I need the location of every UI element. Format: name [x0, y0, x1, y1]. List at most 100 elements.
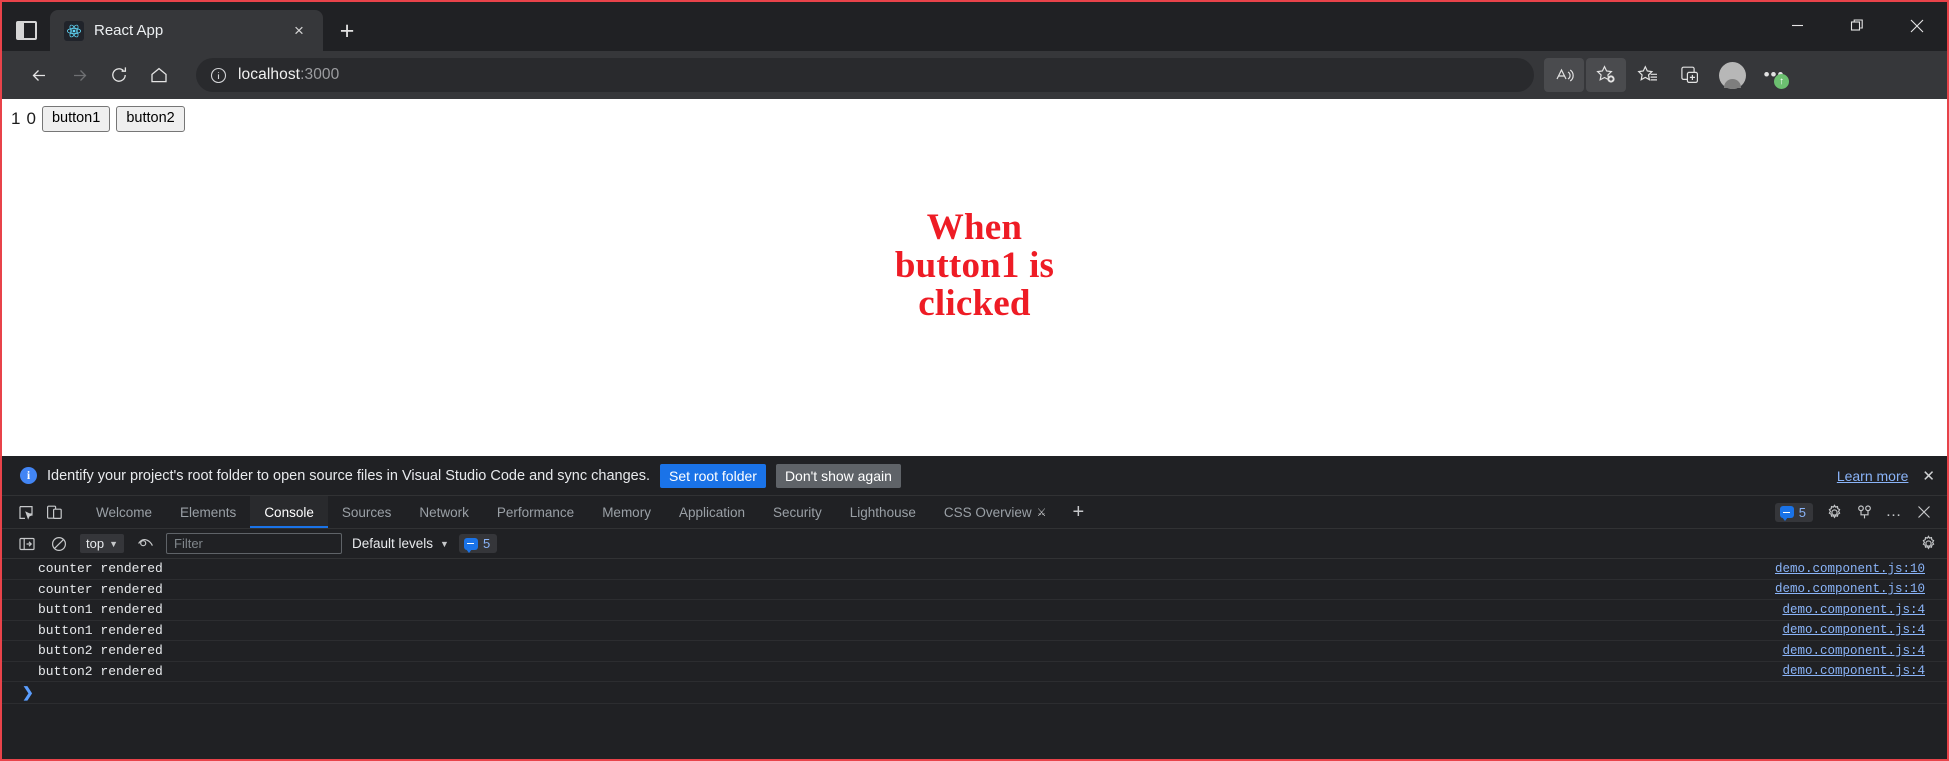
tab-performance[interactable]: Performance: [483, 496, 588, 528]
issues-count-badge[interactable]: 5: [458, 534, 498, 553]
forward-arrow-icon[interactable]: [60, 58, 98, 92]
log-source-link[interactable]: demo.component.js:10: [1775, 582, 1925, 596]
chevron-down-icon: ▼: [109, 538, 118, 549]
counters-and-buttons-row: 1 0 button1 button2: [2, 99, 1947, 132]
console-sidebar-icon[interactable]: [16, 533, 38, 555]
message-bubble-icon: [1779, 506, 1794, 521]
tab-label: Lighthouse: [849, 504, 916, 520]
back-arrow-icon[interactable]: [20, 58, 58, 92]
tab-label: Application: [678, 504, 745, 520]
console-log-row[interactable]: button2 rendered demo.component.js:4: [2, 662, 1947, 682]
console-log-row[interactable]: button2 rendered demo.component.js:4: [2, 641, 1947, 662]
log-levels-selector[interactable]: Default levels ▼: [352, 536, 449, 551]
log-source-link[interactable]: demo.component.js:10: [1775, 562, 1925, 576]
chevron-down-icon: ▼: [440, 538, 449, 549]
tab-network[interactable]: Network: [405, 496, 483, 528]
home-icon[interactable]: [140, 58, 178, 92]
collections-icon[interactable]: [1670, 58, 1710, 92]
info-icon[interactable]: [210, 67, 227, 84]
devtools-panel: i Identify your project's root folder to…: [2, 456, 1947, 759]
tab-label: Network: [419, 504, 469, 520]
devtools-tab-bar: Welcome Elements Console Sources Network…: [2, 496, 1947, 529]
browser-more-menu-button[interactable]: ••• ↑: [1754, 58, 1794, 92]
learn-more-link[interactable]: Learn more: [1837, 468, 1909, 484]
clear-console-icon[interactable]: [48, 533, 70, 555]
eye-icon[interactable]: [134, 533, 156, 555]
web-page-content: 1 0 button1 button2 When button1 is clic…: [2, 99, 1947, 456]
tab-security[interactable]: Security: [759, 496, 836, 528]
minimize-button[interactable]: [1767, 2, 1827, 49]
page-headline: When button1 is clicked: [2, 207, 1947, 323]
tab-sources[interactable]: Sources: [328, 496, 406, 528]
react-logo-icon: [64, 20, 84, 41]
favorites-list-icon[interactable]: [1628, 58, 1668, 92]
log-message: counter rendered: [38, 561, 163, 577]
tab-css-overview[interactable]: CSS Overview ⚔: [930, 496, 1061, 528]
log-source-link[interactable]: demo.component.js:4: [1782, 603, 1925, 617]
message-count-badge[interactable]: 5: [1774, 502, 1813, 522]
headline-line-1: When: [926, 207, 1023, 248]
filter-input[interactable]: [166, 533, 342, 554]
more-options-icon[interactable]: …: [1881, 499, 1907, 525]
console-toolbar: top ▼ Default levels ▼ 5: [2, 529, 1947, 559]
tab-actions-button[interactable]: [2, 9, 50, 51]
toolbar-actions: ••• ↑: [1544, 58, 1794, 92]
notification-right-actions: Learn more ✕: [1837, 467, 1935, 485]
dont-show-again-button[interactable]: Don't show again: [775, 463, 901, 488]
read-aloud-icon[interactable]: [1544, 58, 1584, 92]
add-panel-button[interactable]: +: [1061, 496, 1097, 528]
log-source-link[interactable]: demo.component.js:4: [1782, 623, 1925, 637]
tab-welcome[interactable]: Welcome: [82, 496, 166, 528]
settings-gear-icon[interactable]: [1821, 499, 1847, 525]
tab-label: Elements: [180, 504, 237, 520]
tab-application[interactable]: Application: [665, 496, 759, 528]
log-message: counter rendered: [38, 581, 163, 597]
log-source-link[interactable]: demo.component.js:4: [1782, 664, 1925, 678]
set-root-folder-button[interactable]: Set root folder: [660, 463, 766, 488]
tab-close-button[interactable]: ×: [285, 17, 313, 45]
execution-context-selector[interactable]: top ▼: [80, 534, 124, 553]
close-icon[interactable]: ✕: [1922, 467, 1935, 485]
close-window-button[interactable]: [1887, 2, 1947, 49]
restore-button[interactable]: [1827, 2, 1887, 49]
log-source-link[interactable]: demo.component.js:4: [1782, 644, 1925, 658]
customize-devtools-icon[interactable]: [1851, 499, 1877, 525]
add-favorite-star-icon[interactable]: [1586, 58, 1626, 92]
message-count: 5: [1798, 504, 1806, 520]
tab-elements[interactable]: Elements: [166, 496, 250, 528]
browser-toolbar: localhost:3000 ••• ↑: [2, 51, 1947, 99]
url-host: localhost: [238, 66, 301, 83]
profile-avatar-icon[interactable]: [1712, 58, 1752, 92]
log-message: button1 rendered: [38, 602, 163, 618]
console-log-row[interactable]: counter rendered demo.component.js:10: [2, 559, 1947, 580]
experimental-flask-icon: ⚔: [1036, 506, 1047, 519]
browser-tab-react-app[interactable]: React App ×: [50, 10, 323, 51]
tab-console[interactable]: Console: [250, 496, 328, 528]
console-settings-gear-icon[interactable]: [1917, 533, 1939, 555]
console-log-row[interactable]: button1 rendered demo.component.js:4: [2, 600, 1947, 621]
url-port: :3000: [300, 66, 340, 83]
page-button-button2[interactable]: button2: [116, 106, 185, 132]
new-tab-button[interactable]: +: [327, 11, 367, 51]
log-message: button2 rendered: [38, 663, 163, 679]
device-toolbar-icon[interactable]: [40, 496, 68, 528]
counter-value-1: 1: [11, 108, 21, 128]
issues-count: 5: [482, 536, 491, 551]
page-button-button1[interactable]: button1: [41, 106, 111, 132]
reload-icon[interactable]: [100, 58, 138, 92]
tab-label: Sources: [341, 504, 392, 520]
tab-lighthouse[interactable]: Lighthouse: [836, 496, 930, 528]
inspect-element-icon[interactable]: [12, 496, 40, 528]
info-icon: i: [20, 467, 37, 484]
browser-titlebar: React App × +: [2, 2, 1947, 51]
console-prompt[interactable]: ❯: [2, 682, 1947, 704]
close-devtools-icon[interactable]: [1911, 499, 1937, 525]
tab-search-icon: [15, 20, 37, 40]
execution-context-value: top: [86, 536, 105, 551]
console-log-row[interactable]: button1 rendered demo.component.js:4: [2, 621, 1947, 641]
log-levels-value: Default levels: [352, 536, 434, 551]
address-bar[interactable]: localhost:3000: [196, 58, 1534, 92]
tab-memory[interactable]: Memory: [588, 496, 665, 528]
log-message: button2 rendered: [38, 643, 163, 659]
console-log-row[interactable]: counter rendered demo.component.js:10: [2, 580, 1947, 600]
